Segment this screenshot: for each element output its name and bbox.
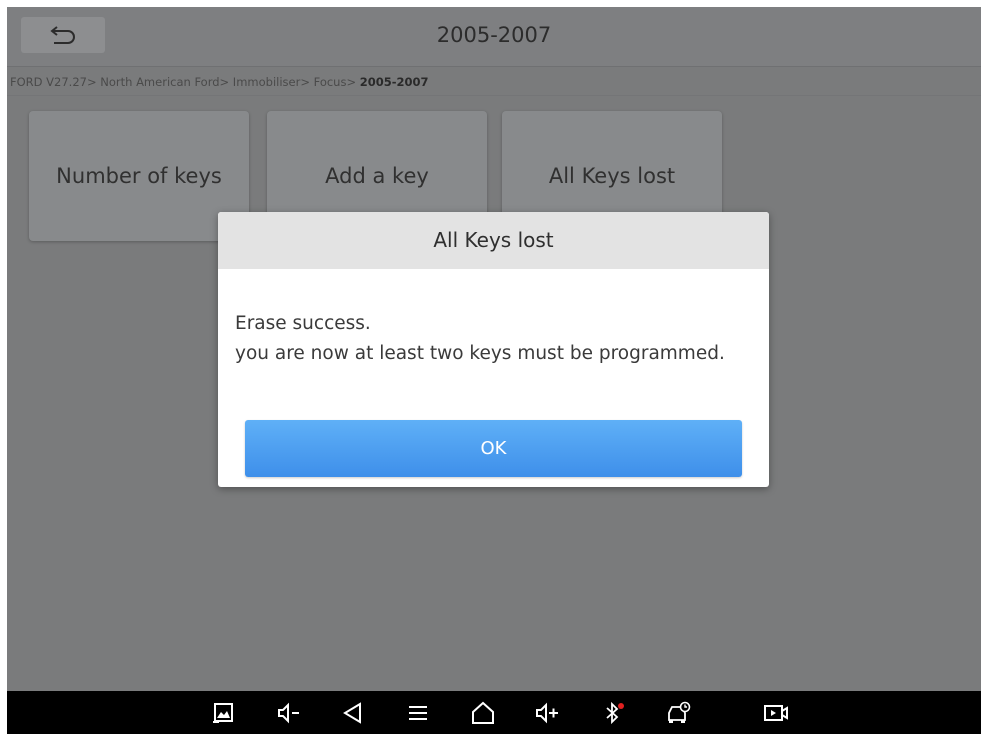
screenshot-icon[interactable]: [210, 699, 238, 727]
back-icon[interactable]: [339, 699, 367, 727]
message-dialog: All Keys lost Erase success. you are now…: [218, 212, 769, 487]
dialog-title: All Keys lost: [218, 212, 769, 269]
tile-label: Number of keys: [56, 164, 222, 188]
bluetooth-status-dot: [618, 703, 624, 709]
dialog-message-line-2: you are now at least two keys must be pr…: [235, 343, 725, 364]
dialog-message: Erase success. you are now at least two …: [218, 269, 769, 369]
tile-label: Add a key: [325, 164, 429, 188]
dialog-message-line-1: Erase success.: [235, 313, 371, 334]
menu-icon[interactable]: [404, 699, 432, 727]
breadcrumb-path: FORD V27.27> North American Ford> Immobi…: [10, 75, 360, 89]
vci-icon[interactable]: [665, 699, 693, 727]
tile-label: All Keys lost: [548, 164, 676, 188]
ok-button[interactable]: OK: [245, 420, 742, 477]
breadcrumb: FORD V27.27> North American Ford> Immobi…: [7, 68, 981, 96]
volume-up-icon[interactable]: [534, 699, 562, 727]
screen-record-icon[interactable]: [762, 699, 790, 727]
home-icon[interactable]: [469, 699, 497, 727]
breadcrumb-current: 2005-2007: [359, 75, 429, 89]
tile-number-of-keys[interactable]: Number of keys: [29, 111, 249, 241]
app-screen: 2005-2007 FORD V27.27> North American Fo…: [7, 7, 981, 734]
volume-down-icon[interactable]: [275, 699, 303, 727]
bluetooth-icon[interactable]: [599, 699, 627, 727]
page-title: 2005-2007: [436, 23, 552, 47]
header-bar: 2005-2007: [7, 7, 981, 67]
system-nav-bar: [7, 691, 981, 734]
